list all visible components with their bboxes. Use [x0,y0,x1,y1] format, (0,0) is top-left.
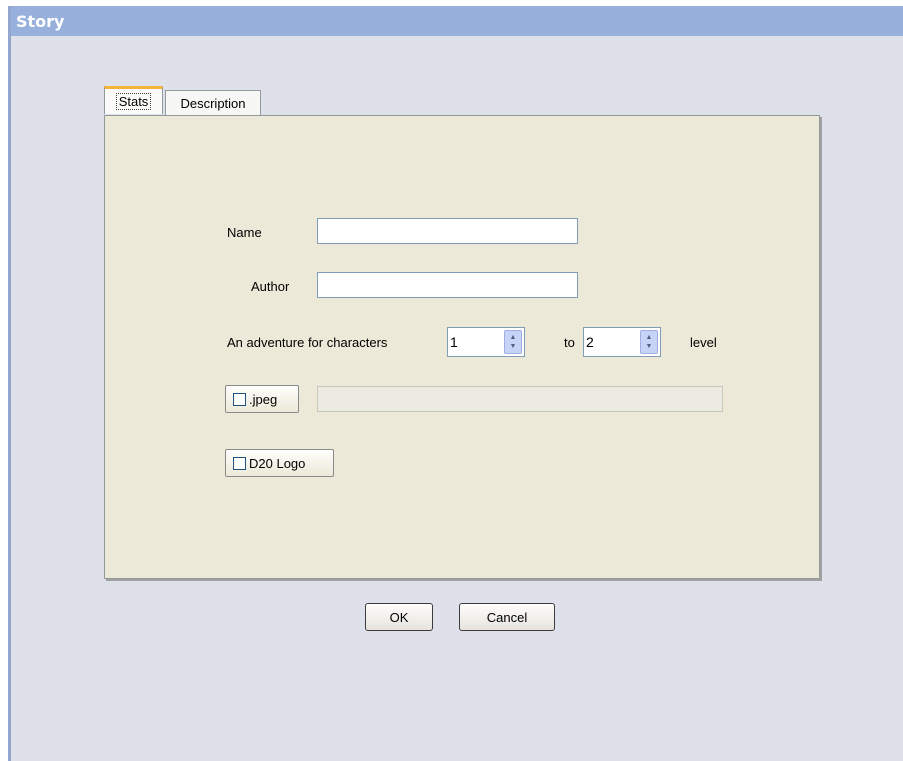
window-title: Story [16,12,65,31]
cancel-button[interactable]: Cancel [459,603,555,631]
author-label: Author [251,279,290,294]
spinner-up-icon[interactable]: ▲ [641,333,657,342]
jpeg-path-field [317,386,723,412]
title-bar: Story [11,6,903,36]
ok-button[interactable]: OK [365,603,433,631]
jpeg-checkbox-button[interactable]: .jpeg [225,385,299,413]
spinner-down-icon[interactable]: ▼ [641,342,657,351]
level-from-value: 1 [450,334,458,350]
tab-description[interactable]: Description [165,90,261,116]
level-label: level [690,335,717,350]
level-to-arrows[interactable]: ▲ ▼ [640,330,658,354]
name-input[interactable] [317,218,578,244]
d20-logo-checkbox-button[interactable]: D20 Logo [225,449,334,477]
author-input[interactable] [317,272,578,298]
name-label: Name [227,225,262,240]
stats-panel: Name Author An adventure for characters … [104,115,820,579]
level-from-arrows[interactable]: ▲ ▼ [504,330,522,354]
to-label: to [564,335,575,350]
spinner-down-icon[interactable]: ▼ [505,342,521,351]
adventure-label: An adventure for characters [227,335,388,350]
tab-stats[interactable]: Stats [104,86,163,114]
checkbox-icon[interactable] [233,456,246,470]
level-to-spinner[interactable]: 2 ▲ ▼ [583,327,661,357]
jpeg-label: .jpeg [249,391,278,407]
level-from-spinner[interactable]: 1 ▲ ▼ [447,327,525,357]
spinner-up-icon[interactable]: ▲ [505,333,521,342]
tab-stats-label: Stats [115,93,152,110]
level-to-value: 2 [586,334,594,350]
tab-description-label: Description [180,96,246,111]
checkbox-icon[interactable] [233,392,246,406]
d20-logo-label: D20 Logo [249,455,306,471]
